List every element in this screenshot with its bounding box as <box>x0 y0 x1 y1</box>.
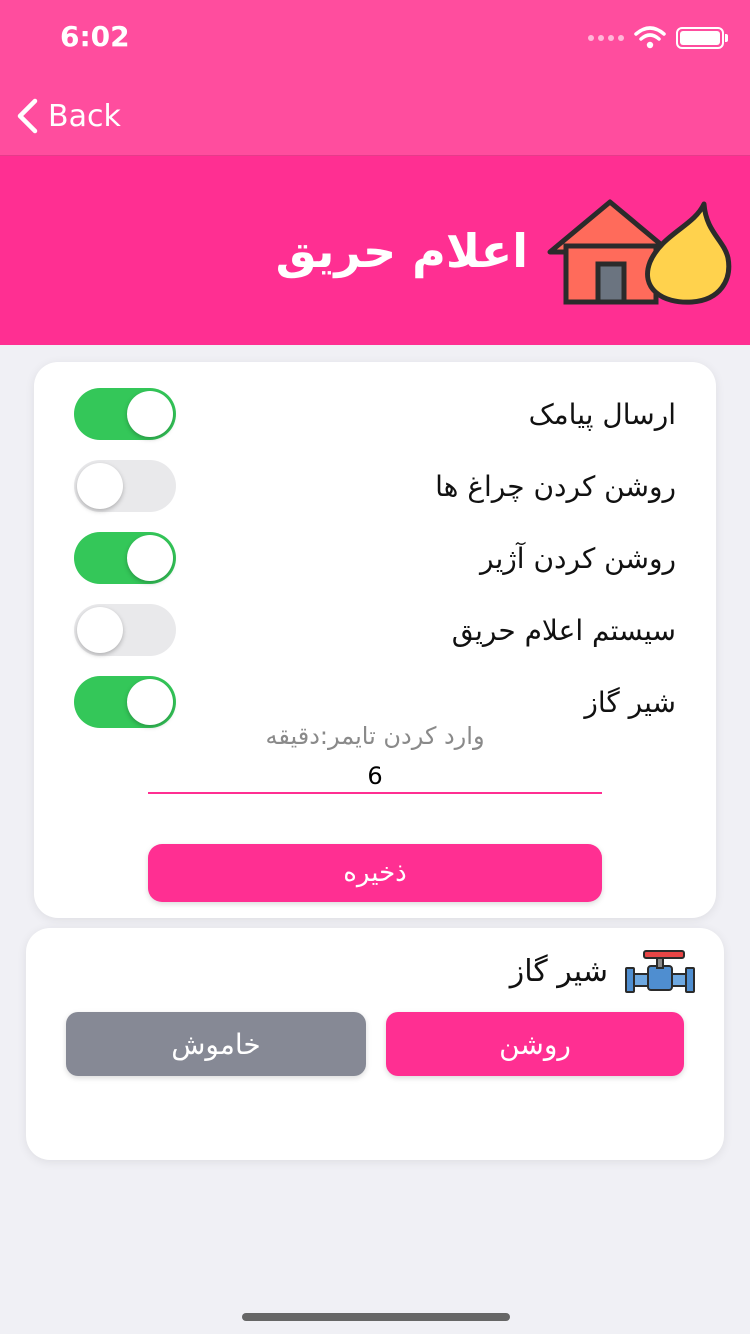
navigation-bar: 6:02 Back <box>0 0 750 156</box>
fire-alarm-toggle[interactable] <box>74 604 176 656</box>
header-banner: اعلام حریق <box>0 156 750 345</box>
wifi-icon <box>634 26 666 49</box>
setting-label-fire-alarm: سیستم اعلام حریق <box>451 614 676 647</box>
gas-off-button[interactable]: خاموش <box>66 1012 366 1076</box>
screen: 6:02 Back اعلام حریق ارسال پیامک روشن کر… <box>0 0 750 1334</box>
cellular-signal-icon <box>588 35 624 41</box>
page-title: اعلام حریق <box>275 224 528 278</box>
save-button[interactable]: ذخیره <box>148 844 602 902</box>
battery-icon <box>676 27 728 49</box>
setting-row-fire-alarm: سیستم اعلام حریق <box>74 604 676 660</box>
home-indicator <box>242 1313 510 1321</box>
gas-on-button[interactable]: روشن <box>386 1012 684 1076</box>
gas-valve-toggle[interactable] <box>74 676 176 728</box>
lights-toggle[interactable] <box>74 460 176 512</box>
gas-valve-title: شیر گاز <box>509 954 608 989</box>
sms-toggle[interactable] <box>74 388 176 440</box>
setting-row-sms: ارسال پیامک <box>74 388 676 444</box>
setting-label-gas-valve: شیر گاز <box>584 686 676 719</box>
settings-card: ارسال پیامک روشن کردن چراغ ها روشن کردن … <box>34 362 716 918</box>
setting-label-siren: روشن کردن آژیر <box>480 542 676 575</box>
setting-row-siren: روشن کردن آژیر <box>74 532 676 588</box>
gas-valve-icon <box>625 950 695 993</box>
house-fire-icon <box>547 199 732 305</box>
gas-valve-card: شیر گاز روشن خاموش <box>26 928 724 1160</box>
back-label: Back <box>48 98 121 134</box>
chevron-left-icon <box>17 98 38 134</box>
setting-label-lights: روشن کردن چراغ ها <box>435 470 676 503</box>
timer-label: وارد کردن تایمر:دقیقه <box>265 722 485 750</box>
setting-label-sms: ارسال پیامک <box>528 398 676 431</box>
setting-row-lights: روشن کردن چراغ ها <box>74 460 676 516</box>
back-button[interactable]: Back <box>16 98 121 134</box>
status-icons <box>588 26 728 50</box>
timer-input[interactable] <box>148 760 602 794</box>
siren-toggle[interactable] <box>74 532 176 584</box>
status-time: 6:02 <box>60 20 130 53</box>
